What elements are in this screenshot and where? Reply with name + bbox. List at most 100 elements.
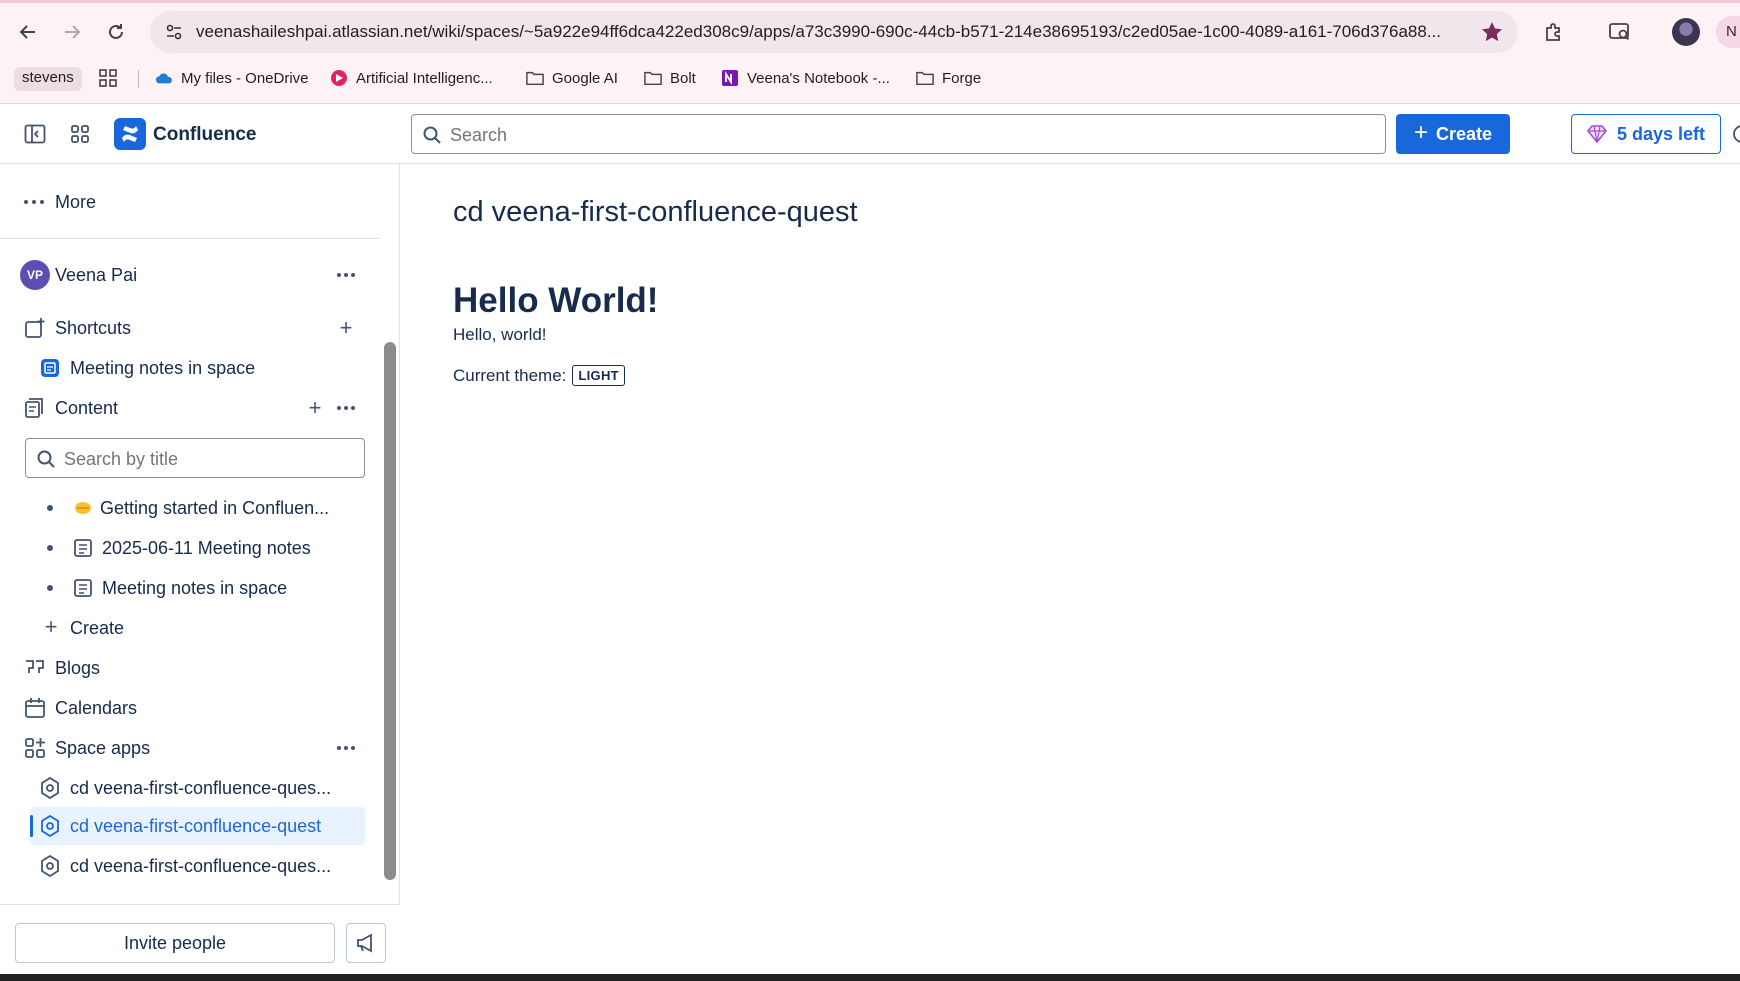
back-button[interactable] xyxy=(10,14,46,50)
add-content-icon[interactable]: + xyxy=(302,395,328,421)
content-more-actions-icon[interactable] xyxy=(333,395,359,421)
main-content: cd veena-first-confluence-quest Hello Wo… xyxy=(401,164,1740,974)
sidebar-item-shortcuts[interactable]: Shortcuts + xyxy=(0,310,380,346)
extensions-button[interactable] xyxy=(1538,16,1570,48)
sidebar-item-content[interactable]: Content + xyxy=(0,390,380,426)
shortcut-add-icon xyxy=(24,317,46,339)
folder-icon xyxy=(916,69,934,87)
onenote-icon xyxy=(721,69,739,87)
sidebar-toggle-button[interactable] xyxy=(21,120,49,148)
forward-button[interactable] xyxy=(54,14,90,50)
site-info-icon[interactable] xyxy=(160,18,188,46)
browser-chrome: veenashaileshpai.atlassian.net/wiki/spac… xyxy=(0,0,1740,104)
sidebar-more[interactable]: More xyxy=(0,184,380,220)
content-pages-icon xyxy=(24,397,46,419)
content-create-button[interactable]: + Create xyxy=(0,610,380,646)
space-app-item[interactable]: cd veena-first-confluence-ques... xyxy=(0,848,380,884)
sidebar-space-owner[interactable]: Veena Pai xyxy=(0,257,380,293)
bookmark-onedrive-label: My files - OneDrive xyxy=(181,69,309,87)
trial-label: 5 days left xyxy=(1616,123,1706,144)
create-button-label: Create xyxy=(1435,123,1493,144)
page-icon xyxy=(72,537,94,559)
profile-button[interactable]: N xyxy=(1716,16,1740,48)
calendars-label: Calendars xyxy=(55,697,138,718)
calendar-icon xyxy=(24,697,46,719)
folder-icon xyxy=(644,69,662,87)
quote-icon xyxy=(24,657,46,679)
sidebar-divider xyxy=(0,238,380,239)
app-switcher-button[interactable] xyxy=(66,120,94,148)
sidebar-scrollbar[interactable] xyxy=(382,164,779,904)
search-input[interactable] xyxy=(450,123,1350,147)
onedrive-cloud-icon xyxy=(155,69,173,87)
shortcut-item[interactable]: Meeting notes in space xyxy=(0,350,380,386)
bookmark-google-ai[interactable]: Google AI xyxy=(526,62,618,94)
help-icon[interactable] xyxy=(1732,120,1740,148)
space-app-item[interactable]: cd veena-first-confluence-ques... xyxy=(0,770,380,806)
plus-icon: + xyxy=(1413,119,1428,146)
apps-grid-button[interactable] xyxy=(98,62,118,94)
space-owner-name: Veena Pai xyxy=(55,264,138,285)
tab-search-button[interactable] xyxy=(1604,16,1636,48)
bookmark-star-icon[interactable] xyxy=(1480,20,1504,44)
os-taskbar xyxy=(0,974,1740,981)
hello-heading: Hello World! xyxy=(453,281,659,320)
ai-site-icon xyxy=(330,69,348,87)
sidebar-item-blogs[interactable]: Blogs xyxy=(0,650,380,686)
megaphone-icon xyxy=(357,933,372,953)
content-item-meeting-notes-space[interactable]: Meeting notes in space xyxy=(0,570,380,606)
shortcuts-label: Shortcuts xyxy=(55,317,132,338)
title-search-input[interactable] xyxy=(64,447,354,471)
bookmark-notebook[interactable]: Veena's Notebook -... xyxy=(721,62,890,94)
search-icon xyxy=(423,126,441,144)
bookmark-google-ai-label: Google AI xyxy=(552,69,618,87)
content-item-label: 2025-06-11 Meeting notes xyxy=(102,537,311,558)
puzzle-icon xyxy=(1546,23,1560,41)
create-button[interactable]: + Create xyxy=(1396,114,1510,154)
bookmark-stevens[interactable]: stevens xyxy=(14,67,82,91)
trial-button[interactable]: 5 days left xyxy=(1571,114,1721,154)
title-search[interactable] xyxy=(25,438,365,478)
address-bar[interactable]: veenashaileshpai.atlassian.net/wiki/spac… xyxy=(150,11,1518,53)
invite-people-button[interactable]: Invite people xyxy=(15,923,335,963)
sidebar-item-space-apps[interactable]: Space apps xyxy=(0,730,380,766)
bookmarks-bar: stevens My files - OneDrive Artificial I… xyxy=(0,62,1740,94)
bookmark-forge[interactable]: Forge xyxy=(916,62,981,94)
sidebar-toggle-icon xyxy=(24,124,46,144)
feedback-button[interactable] xyxy=(346,923,386,963)
app-hexagon-icon xyxy=(39,777,61,799)
url-text[interactable]: veenashaileshpai.atlassian.net/wiki/spac… xyxy=(196,22,1466,42)
profile-avatar[interactable] xyxy=(1672,18,1700,46)
add-shortcut-icon[interactable]: + xyxy=(333,315,359,341)
sidebar-item-calendars[interactable]: Calendars xyxy=(0,690,380,726)
confluence-logo-icon[interactable] xyxy=(114,118,146,150)
space-more-actions-icon[interactable] xyxy=(333,262,359,288)
reload-button[interactable] xyxy=(98,14,134,50)
scrollbar-thumb[interactable] xyxy=(384,342,396,880)
content-item-label: Getting started in Confluen... xyxy=(100,497,330,518)
apps-grid-icon xyxy=(99,69,117,87)
space-app-label: cd veena-first-confluence-quest xyxy=(70,815,322,836)
bookmark-bolt-label: Bolt xyxy=(670,69,696,87)
space-apps-more-actions-icon[interactable] xyxy=(333,735,359,761)
bookmark-bolt[interactable]: Bolt xyxy=(644,62,696,94)
plus-icon: + xyxy=(44,614,58,639)
space-app-label: cd veena-first-confluence-ques... xyxy=(70,855,332,876)
theme-line: Current theme: LIGHT xyxy=(453,365,625,386)
bookmark-forge-label: Forge xyxy=(942,69,982,87)
sidebar-footer: Invite people xyxy=(0,904,400,974)
bookmark-ai-label: Artificial Intelligenc... xyxy=(356,69,493,87)
sidebar-more-label: More xyxy=(55,191,97,212)
bookmark-separator xyxy=(138,70,139,88)
space-app-item-active[interactable]: cd veena-first-confluence-quest xyxy=(0,808,380,844)
bookmark-ai[interactable]: Artificial Intelligenc... xyxy=(330,62,493,94)
gem-icon xyxy=(1586,125,1607,143)
space-app-label: cd veena-first-confluence-ques... xyxy=(70,777,332,798)
content-item-getting-started[interactable]: Getting started in Confluen... xyxy=(0,490,380,526)
tab-search-icon xyxy=(1609,23,1630,41)
brand-name[interactable]: Confluence xyxy=(153,124,256,146)
content-item-meeting-notes-2025[interactable]: 2025-06-11 Meeting notes xyxy=(0,530,380,566)
bookmark-onedrive[interactable]: My files - OneDrive xyxy=(155,62,309,94)
global-search[interactable] xyxy=(411,114,1386,154)
shortcut-item-label: Meeting notes in space xyxy=(70,357,256,378)
